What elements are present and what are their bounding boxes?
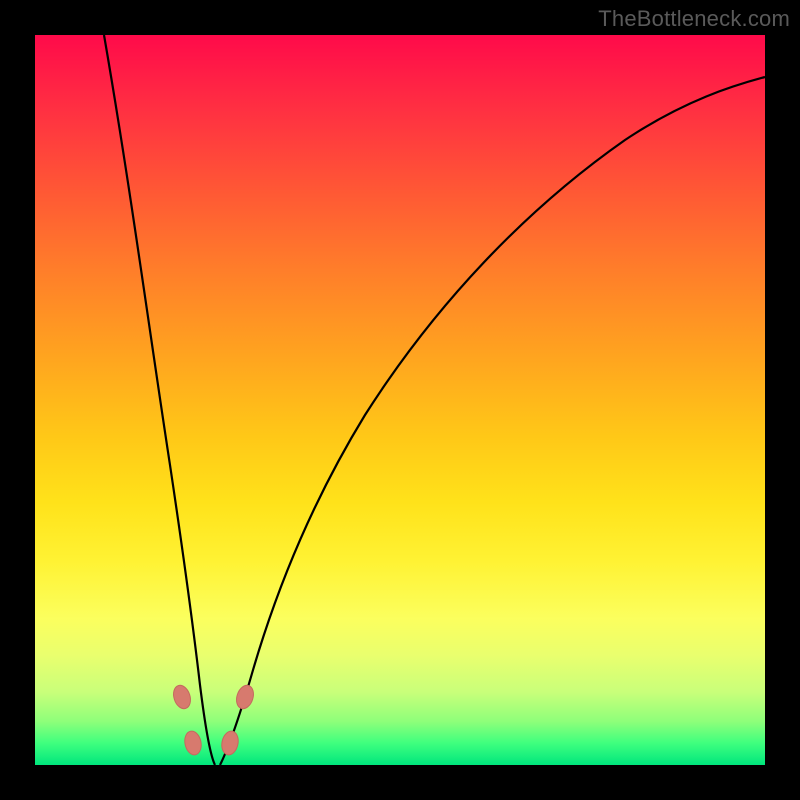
bottleneck-curve-left — [104, 35, 215, 765]
marker-dot — [220, 730, 241, 757]
bottleneck-curve-right — [220, 77, 765, 765]
marker-dot — [171, 683, 194, 711]
curve-layer — [35, 35, 765, 765]
trough-markers — [171, 683, 257, 756]
watermark-text: TheBottleneck.com — [598, 6, 790, 32]
chart-frame: TheBottleneck.com — [0, 0, 800, 800]
plot-area — [35, 35, 765, 765]
marker-dot — [234, 683, 257, 711]
marker-dot — [183, 730, 204, 757]
